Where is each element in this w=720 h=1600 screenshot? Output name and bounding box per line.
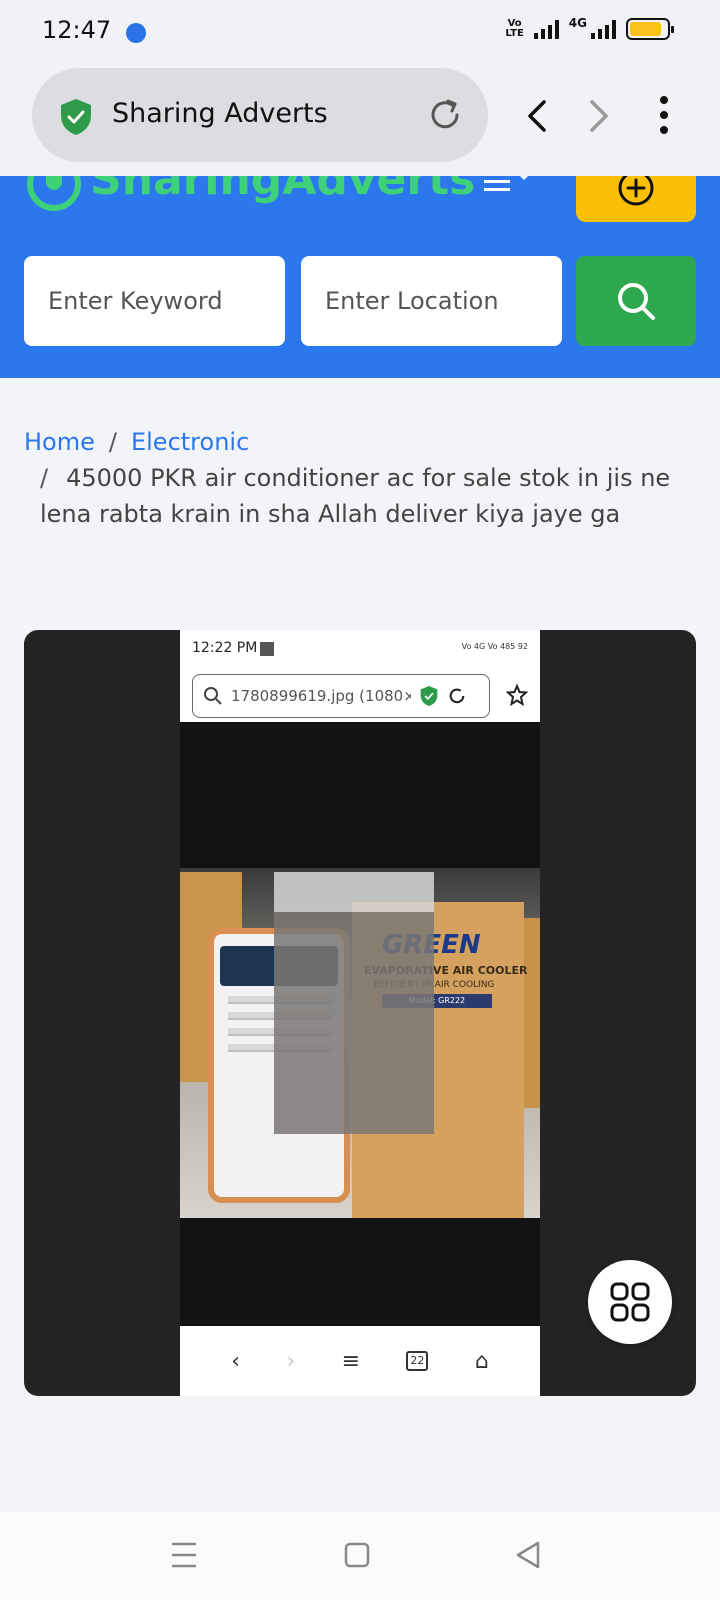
image-url-field: 1780899619.jpg (1080×... [192,674,490,718]
more-menu-icon[interactable] [652,96,676,136]
site-title: Sharing Adverts [112,98,328,129]
address-bar[interactable]: Sharing Adverts [32,68,488,162]
battery-level [630,22,661,36]
image-url-text: 1780899619.jpg (1080×... [231,687,411,705]
apps-grid-button[interactable] [588,1260,672,1344]
image-back-icon: ‹ [231,1348,240,1374]
image-shield-icon [420,686,438,706]
breadcrumb: Home / Electronic /45000 PKR air condition… [24,424,674,532]
image-content: GREEN EVAPORATIVE AIR COOLER EFFICIENT I… [180,722,540,1326]
logo-icon[interactable] [26,176,84,212]
image-search-icon [204,687,222,705]
site-header: SharingAdverts [0,176,720,378]
image-menu-icon: ≡ [341,1348,361,1374]
security-shield-icon [61,99,91,135]
app-notification-icon [126,23,146,43]
image-url-bar: 1780899619.jpg (1080×... [180,670,540,722]
nested-screenshot [274,872,434,1134]
breadcrumb-separator: / [108,428,117,456]
image-status-time: 12:22 PM [192,640,258,656]
hamburger-menu-icon[interactable] [484,176,544,194]
plus-circle-icon [618,176,654,206]
logo-text[interactable]: SharingAdverts [90,176,475,205]
image-forward-icon: › [286,1348,296,1374]
post-ad-button[interactable] [576,176,696,222]
image-tabs-icon: 22 [406,1351,429,1371]
image-status-signal: Vo 4G Vo 485 92 [461,642,528,651]
volte-icon: Vo LTE [505,18,524,39]
network-type: 4G [568,16,587,30]
recent-apps-icon[interactable] [170,1540,198,1570]
grid-icon [610,1282,650,1322]
search-button[interactable] [576,256,696,346]
image-home-icon: ⌂ [474,1348,489,1374]
image-star-icon [506,684,528,706]
location-input[interactable] [325,287,538,315]
system-nav-bar [0,1512,720,1600]
status-time: 12:47 [42,16,112,44]
status-bar: 12:47 Vo LTE 4G [0,0,720,62]
ad-image: 12:22 PM Vo 4G Vo 485 92 1780899619.jpg … [180,630,540,1396]
browser-toolbar: Sharing Adverts [0,62,720,176]
home-icon[interactable] [344,1540,370,1570]
image-status-bar: 12:22 PM Vo 4G Vo 485 92 [180,630,540,670]
battery-icon [626,18,674,40]
search-icon [618,283,655,320]
image-nav-bar: ‹ › ≡ 22 ⌂ [180,1326,540,1396]
location-input-box [301,256,562,346]
forward-icon[interactable] [582,96,616,136]
image-status-icon [260,642,274,656]
status-indicators: Vo LTE 4G [505,16,674,40]
signal-icon-2 [591,19,616,39]
breadcrumb-current: /45000 PKR air conditioner ac for sale s… [40,464,671,528]
keyword-input[interactable] [48,287,261,315]
reload-icon[interactable] [426,96,464,134]
ad-title: 45000 PKR air conditioner ac for sale st… [40,464,671,528]
breadcrumb-category-link[interactable]: Electronic [131,428,249,456]
back-icon[interactable] [520,96,554,136]
signal-icon [533,19,559,39]
breadcrumb-home-link[interactable]: Home [24,428,95,456]
image-reload-icon [449,688,465,704]
back-nav-icon[interactable] [514,1540,542,1570]
keyword-input-box [24,256,285,346]
